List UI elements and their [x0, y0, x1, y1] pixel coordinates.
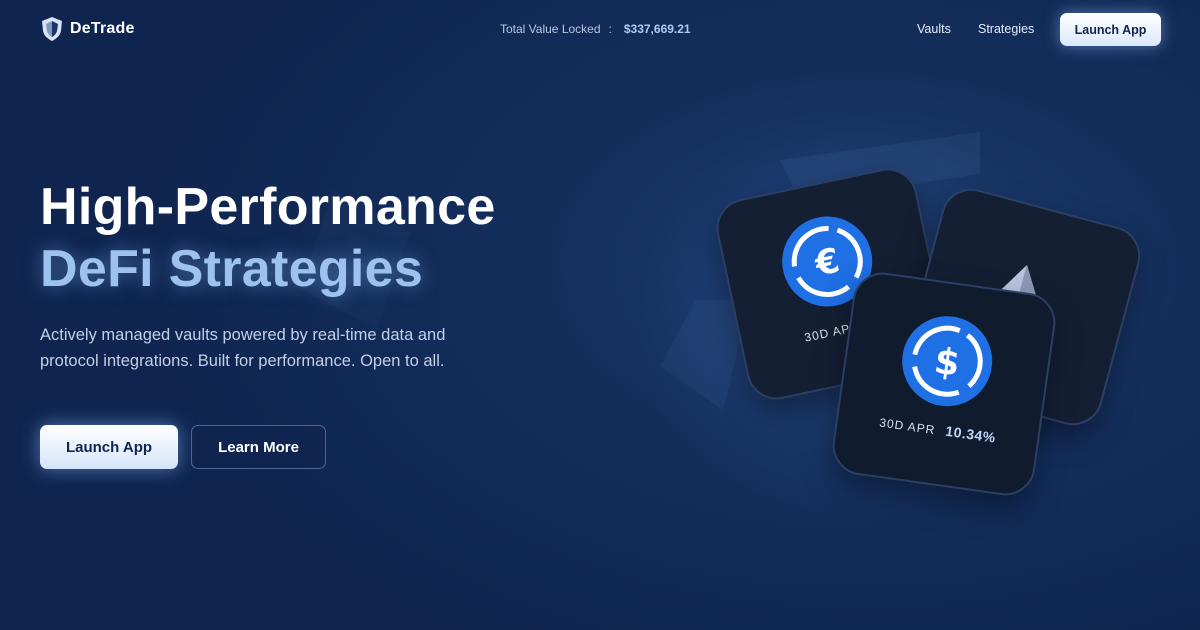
usd-apr-label: 30D APR [878, 415, 937, 438]
nav-link-vaults[interactable]: Vaults [917, 22, 951, 36]
tvl-separator: : [608, 22, 612, 36]
brand[interactable]: DeTrade [40, 16, 135, 42]
usd-apr: 30D APR 10.34% [837, 408, 1037, 452]
hero-description: Actively managed vaults powered by real-… [40, 326, 446, 370]
vault-card-usd[interactable]: $ 30D APR 10.34% [828, 268, 1060, 500]
usd-apr-value: 10.34% [944, 422, 997, 446]
total-value-locked: Total Value Locked : $337,669.21 [500, 22, 691, 36]
tvl-value: $337,669.21 [623, 22, 691, 36]
shield-logo-icon [42, 17, 62, 41]
launch-app-button[interactable]: Launch App [40, 425, 178, 469]
header-launch-app-button[interactable]: Launch App [1060, 13, 1161, 46]
brand-name: DeTrade [70, 20, 135, 37]
hero-title-line2: DeFi Strategies [40, 240, 424, 298]
tvl-label: Total Value Locked [500, 22, 601, 36]
hero-title-line1: High-Performance [40, 178, 496, 236]
nav-link-strategies[interactable]: Strategies [978, 22, 1034, 36]
usd-coin-icon: $ [902, 316, 993, 407]
learn-more-button[interactable]: Learn More [191, 425, 326, 469]
